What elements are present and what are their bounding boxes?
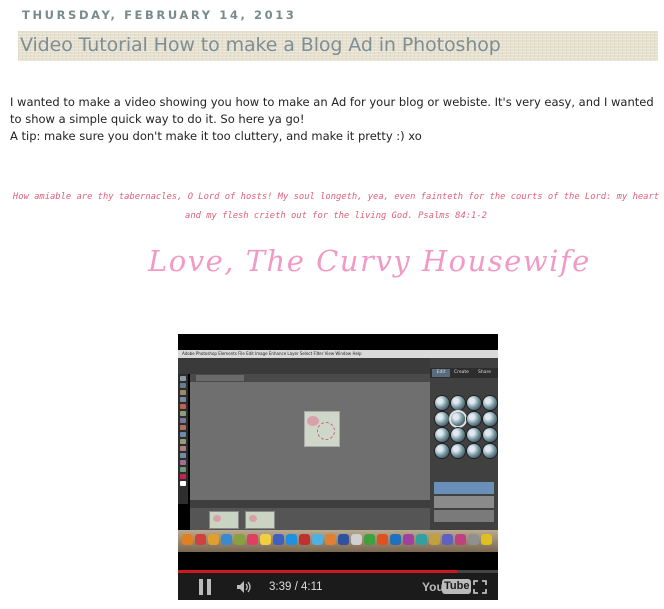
video-app-canvas bbox=[190, 382, 430, 500]
effects-grid bbox=[433, 396, 497, 460]
video-app-project-bin bbox=[190, 508, 430, 530]
video-app-doc-bar bbox=[190, 374, 430, 382]
video-player[interactable]: Adobe Photoshop Elements File Edit Image… bbox=[178, 334, 498, 600]
fullscreen-icon[interactable] bbox=[473, 580, 487, 594]
panel-tab-create: Create bbox=[454, 370, 469, 375]
layer-row bbox=[434, 496, 494, 508]
post-date: THURSDAY, FEBRUARY 14, 2013 bbox=[22, 8, 297, 22]
post-title[interactable]: Video Tutorial How to make a Blog Ad in … bbox=[20, 34, 501, 56]
panel-tab-share: Share bbox=[478, 370, 491, 375]
video-desktop-taskbar bbox=[178, 530, 498, 552]
current-time: 3:39 bbox=[269, 581, 292, 593]
blog-ad-preview bbox=[305, 412, 339, 446]
post-paragraph: A tip: make sure you don't make it too c… bbox=[10, 129, 422, 143]
video-app-toolbox bbox=[178, 374, 188, 504]
video-app-menubar: Adobe Photoshop Elements File Edit Image… bbox=[178, 350, 498, 358]
pause-icon[interactable] bbox=[198, 579, 212, 595]
time-separator: / bbox=[294, 581, 298, 593]
video-controls: 3:39 / 4:11 You Tube bbox=[178, 573, 498, 600]
youtube-logo[interactable]: You Tube bbox=[422, 579, 472, 595]
video-app-panel: Edit Create Share bbox=[430, 358, 498, 530]
signature: Love, The Curvy Housewife bbox=[148, 244, 591, 278]
youtube-logo-tube: Tube bbox=[442, 579, 472, 594]
volume-icon[interactable] bbox=[236, 580, 252, 594]
layer-row bbox=[434, 510, 494, 522]
bible-verse: How amiable are thy tabernacles, O Lord … bbox=[12, 192, 660, 221]
post-title-bar: Video Tutorial How to make a Blog Ad in … bbox=[18, 31, 658, 61]
post-body: I wanted to make a video showing you how… bbox=[10, 94, 662, 145]
video-app-menubar-text: Adobe Photoshop Elements File Edit Image… bbox=[182, 351, 362, 356]
layer-row bbox=[434, 482, 494, 494]
youtube-logo-you: You bbox=[422, 580, 444, 594]
video-time: 3:39 / 4:11 bbox=[269, 581, 323, 593]
panel-tab-edit: Edit bbox=[432, 369, 450, 377]
video-app-bin-bar bbox=[190, 500, 430, 508]
video-app-panel-tabs: Edit Create Share bbox=[430, 368, 498, 378]
post-paragraph: I wanted to make a video showing you how… bbox=[10, 95, 654, 126]
duration: 4:11 bbox=[301, 581, 323, 593]
